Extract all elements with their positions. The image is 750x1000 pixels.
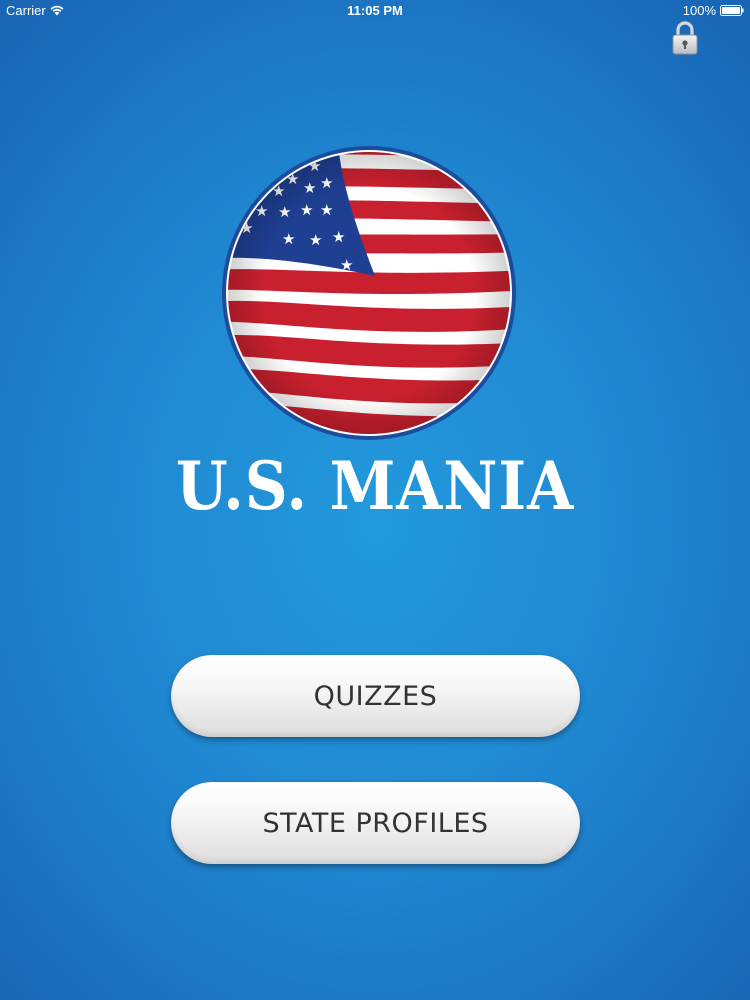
us-flag-circle-icon: ★ ★ ★ ★ ★ ★ ★ ★ ★ ★ ★ ★ ★ ★	[222, 146, 516, 440]
status-bar: Carrier 11:05 PM 100%	[0, 0, 750, 22]
state-profiles-button-label: STATE PROFILES	[262, 807, 489, 839]
lock-button[interactable]	[670, 20, 700, 56]
quizzes-button-label: QUIZZES	[313, 680, 438, 712]
battery-icon	[720, 5, 744, 16]
app-title: U.S. MANIA	[175, 447, 575, 525]
state-profiles-button[interactable]: STATE PROFILES	[171, 782, 580, 864]
battery-percent: 100%	[682, 3, 716, 18]
battery-indicator: 100%	[683, 3, 744, 18]
padlock-icon	[672, 21, 698, 55]
quizzes-button[interactable]: QUIZZES	[171, 655, 580, 737]
us-flag-logo: ★ ★ ★ ★ ★ ★ ★ ★ ★ ★ ★ ★ ★ ★	[220, 144, 518, 442]
status-time: 11:05 PM	[347, 3, 403, 18]
